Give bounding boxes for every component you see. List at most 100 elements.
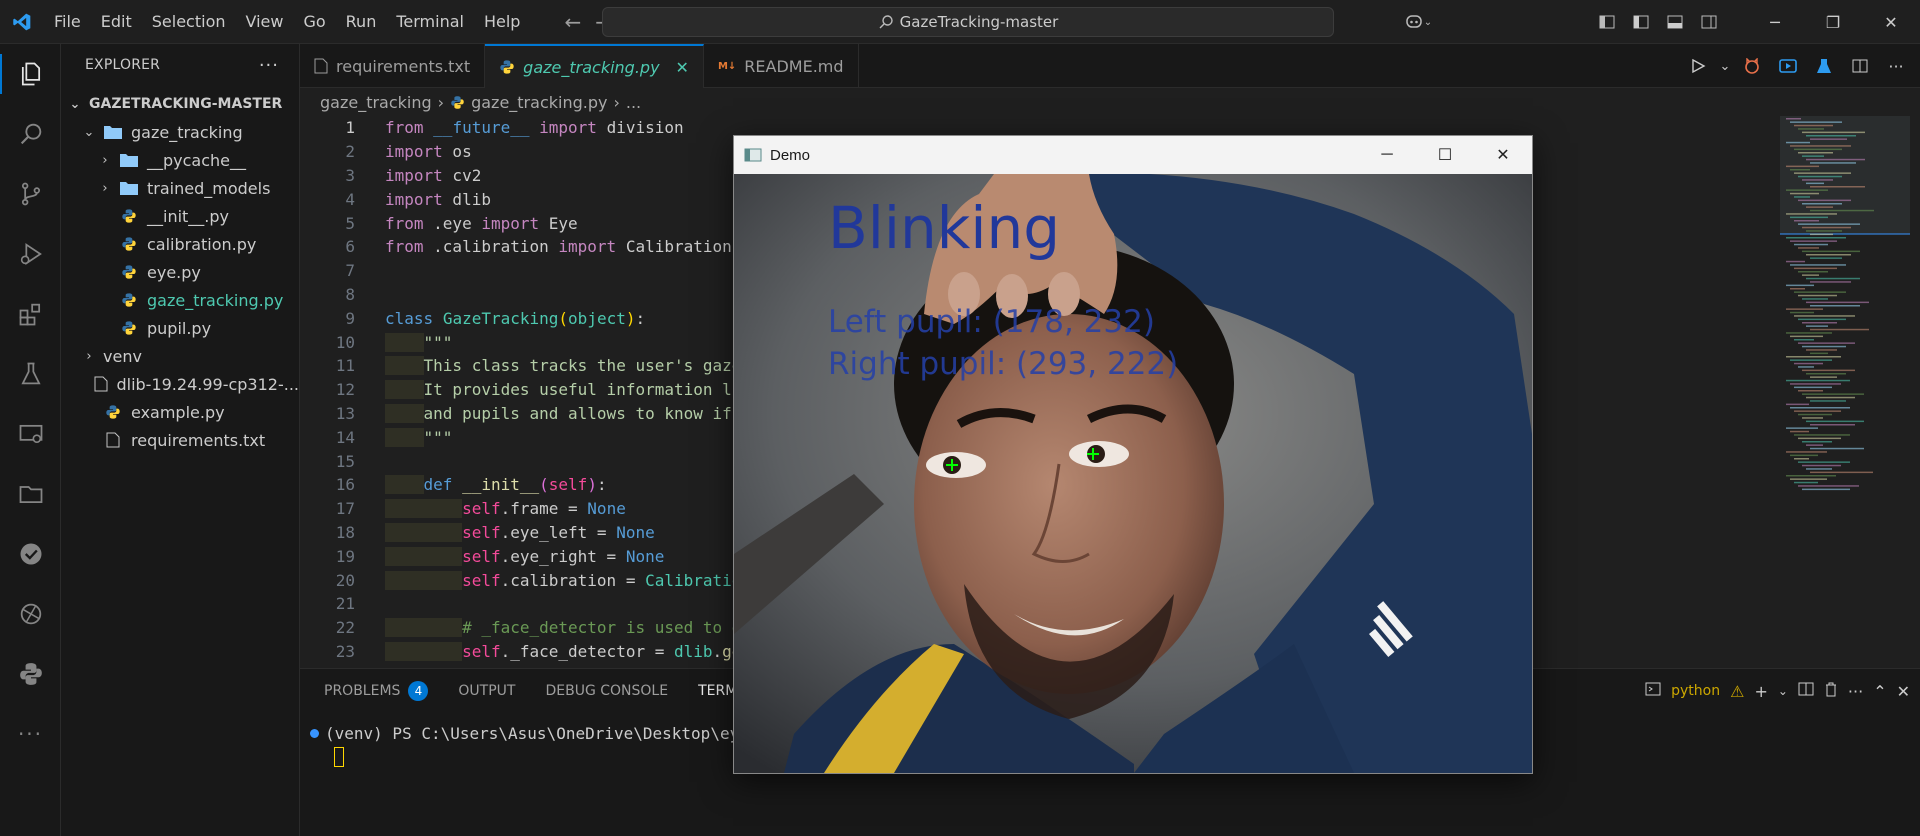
breadcrumb-more[interactable]: ... <box>626 93 641 112</box>
breadcrumb: gaze_tracking › gaze_tracking.py › ... <box>300 88 641 116</box>
tree-item-example-py[interactable]: example.py <box>61 398 299 426</box>
remote-explorer-icon[interactable] <box>0 404 61 464</box>
warning-icon: ⚠ <box>1730 681 1745 701</box>
chevron-down-icon[interactable]: ⌄ <box>1778 684 1788 698</box>
breadcrumb-file[interactable]: gaze_tracking.py <box>471 93 607 112</box>
tree-item-label: trained_models <box>147 178 271 198</box>
demo-window[interactable]: Demo ─ ☐ ✕ Blinking Left pupil: (178, 23… <box>733 135 1533 774</box>
back-arrow-icon[interactable]: ← <box>564 10 581 34</box>
toggle-panel-icon[interactable] <box>1658 0 1692 44</box>
menu-help[interactable]: Help <box>474 0 530 44</box>
close-panel-icon[interactable]: ✕ <box>1897 682 1910 701</box>
tree-item-pupil-py[interactable]: pupil.py <box>61 314 299 342</box>
python-icon[interactable] <box>0 644 61 704</box>
tab-gaze-tracking[interactable]: gaze_tracking.py ✕ <box>485 44 704 88</box>
minimize-button[interactable]: ─ <box>1358 136 1416 174</box>
cat-icon[interactable] <box>1736 50 1768 82</box>
tree-item-label: venv <box>103 346 142 366</box>
more-actions-icon[interactable]: ··· <box>1880 50 1912 82</box>
search-icon[interactable] <box>0 104 61 164</box>
tree-item-calibration-py[interactable]: calibration.py <box>61 230 299 258</box>
minimize-button[interactable]: ─ <box>1746 0 1804 44</box>
menu-run[interactable]: Run <box>336 0 387 44</box>
maximize-button[interactable]: ☐ <box>1416 136 1474 174</box>
tree-item-eye-py[interactable]: eye.py <box>61 258 299 286</box>
more-actions-icon[interactable]: ··· <box>259 55 279 76</box>
explorer-icon[interactable] <box>0 44 61 104</box>
tree-item-gaze-tracking[interactable]: ⌄ gaze_tracking <box>61 118 299 146</box>
minimap[interactable] <box>1780 116 1910 666</box>
folder-icon[interactable] <box>0 464 61 524</box>
tree-item-requirements-txt[interactable]: requirements.txt <box>61 426 299 454</box>
tab-readme[interactable]: M↓ README.md <box>704 44 859 88</box>
split-terminal-icon[interactable] <box>1798 681 1814 701</box>
tab-output[interactable]: OUTPUT <box>458 683 515 699</box>
close-tab-icon[interactable]: ✕ <box>676 58 689 77</box>
minimap-line <box>1806 301 1869 304</box>
chevron-right-icon: › <box>102 152 108 168</box>
minimap-line <box>1790 216 1828 219</box>
close-button[interactable]: ✕ <box>1862 0 1920 44</box>
menu-view[interactable]: View <box>236 0 294 44</box>
minimap-line <box>1798 223 1860 225</box>
webcam-frame: Blinking Left pupil: (178, 232) Right pu… <box>734 174 1532 773</box>
minimap-line <box>1794 481 1818 484</box>
workspace-root[interactable]: ⌄ GAZETRACKING-MASTER <box>61 90 299 118</box>
testing-icon[interactable] <box>0 344 61 404</box>
minimap-line <box>1798 175 1842 178</box>
chevron-down-icon: ⌄ <box>69 96 81 112</box>
close-button[interactable]: ✕ <box>1474 136 1532 174</box>
minimap-line <box>1798 390 1823 392</box>
tree-item-trained-models[interactable]: › trained_models <box>61 174 299 202</box>
new-terminal-icon[interactable]: + <box>1754 682 1767 701</box>
window-app-icon <box>744 148 762 162</box>
maximize-panel-icon[interactable]: ⌃ <box>1873 682 1886 701</box>
tree-item-dlib-19-24-99-cp312-[interactable]: dlib-19.24.99-cp312-... <box>61 370 299 398</box>
chevron-right-icon: › <box>86 348 92 364</box>
more-icon[interactable]: ··· <box>0 704 61 764</box>
minimap-line <box>1786 213 1837 215</box>
more-actions-icon[interactable]: ··· <box>1848 682 1863 701</box>
run-debug-icon[interactable] <box>0 224 61 284</box>
check-circle-icon[interactable] <box>0 524 61 584</box>
tab-requirements[interactable]: requirements.txt <box>300 44 486 88</box>
folder-icon <box>119 180 139 196</box>
flask-icon[interactable] <box>1808 50 1840 82</box>
minimap-line <box>1802 345 1846 348</box>
source-control-icon[interactable] <box>0 164 61 224</box>
tree-item-gaze-tracking-py[interactable]: gaze_tracking.py <box>61 286 299 314</box>
copilot-icon[interactable]: ⌄ <box>1396 0 1440 44</box>
tree-item--init-py[interactable]: __init__.py <box>61 202 299 230</box>
tree-item--pycache-[interactable]: › __pycache__ <box>61 146 299 174</box>
file-icon <box>314 58 328 74</box>
menu-terminal[interactable]: Terminal <box>386 0 474 44</box>
menu-edit[interactable]: Edit <box>91 0 142 44</box>
menu-file[interactable]: File <box>44 0 91 44</box>
minimap-line <box>1802 274 1819 276</box>
minimap-line <box>1790 169 1810 171</box>
minimap-line <box>1790 430 1809 433</box>
graph-icon[interactable] <box>0 584 61 644</box>
terminal-profile-label[interactable]: python <box>1671 683 1720 699</box>
toggle-secondary-sidebar-icon[interactable] <box>1692 0 1726 44</box>
command-center-search[interactable]: GazeTracking-master <box>602 7 1334 37</box>
demo-titlebar[interactable]: Demo ─ ☐ ✕ <box>734 136 1532 174</box>
menu-go[interactable]: Go <box>293 0 335 44</box>
minimap-line <box>1798 247 1819 249</box>
minimap-line <box>1802 322 1837 324</box>
preview-icon[interactable] <box>1772 50 1804 82</box>
tab-problems[interactable]: PROBLEMS 4 <box>324 681 429 701</box>
restore-button[interactable]: ❐ <box>1804 0 1862 44</box>
customize-layout-icon[interactable] <box>1590 0 1624 44</box>
menu-selection[interactable]: Selection <box>142 0 236 44</box>
right-pupil-readout: Right pupil: (293, 222) <box>828 346 1179 382</box>
breadcrumb-folder[interactable]: gaze_tracking <box>320 93 432 112</box>
run-icon[interactable] <box>1682 50 1714 82</box>
tab-debug-console[interactable]: DEBUG CONSOLE <box>545 683 668 699</box>
chevron-down-icon[interactable]: ⌄ <box>1718 50 1732 82</box>
extensions-icon[interactable] <box>0 284 61 344</box>
tree-item-venv[interactable]: › venv <box>61 342 299 370</box>
toggle-sidebar-icon[interactable] <box>1624 0 1658 44</box>
trash-icon[interactable] <box>1824 681 1838 701</box>
split-editor-icon[interactable] <box>1844 50 1876 82</box>
